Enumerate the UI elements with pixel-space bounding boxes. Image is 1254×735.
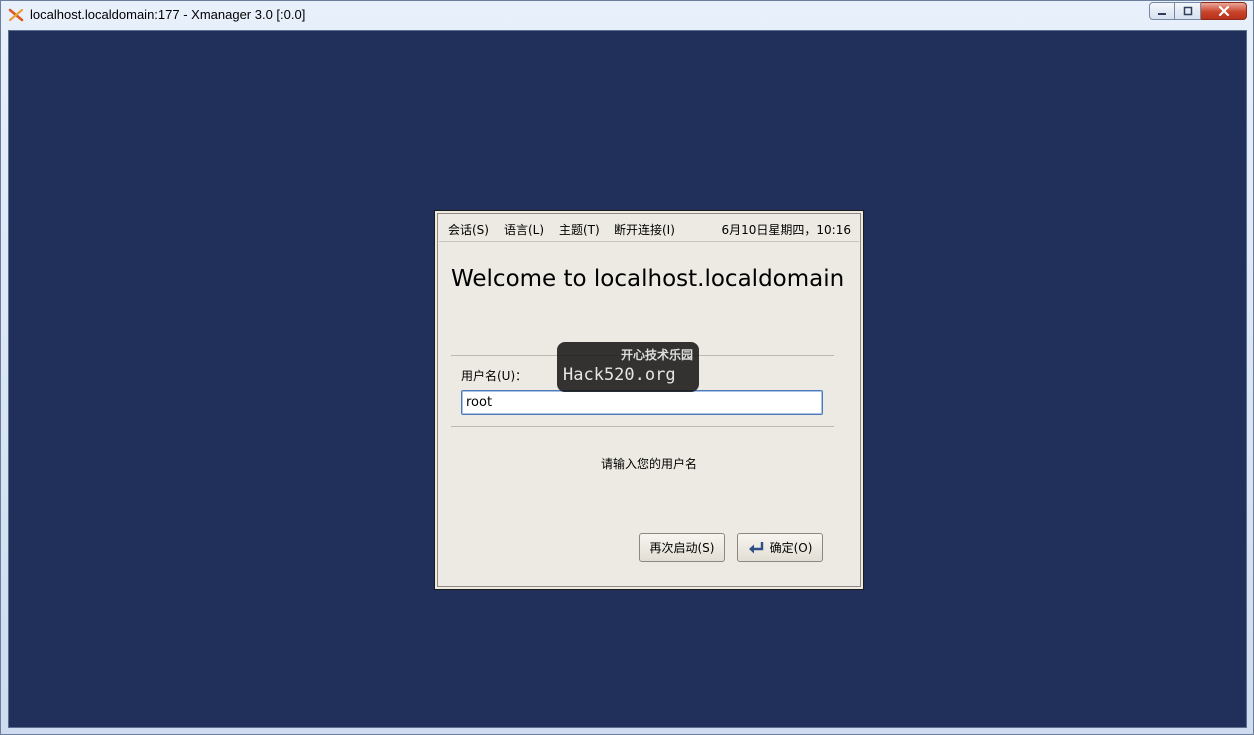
divider-bottom [451,426,834,427]
login-dialog: 会话(S) 语言(L) 主题(T) 断开连接(I) 6月10日星期四，10:16… [434,210,864,590]
xmanager-window: localhost.localdomain:177 - Xmanager 3.0… [0,0,1254,735]
xmanager-x-icon [8,7,24,23]
clock: 6月10日星期四，10:16 [721,223,852,237]
menu-session[interactable]: 会话(S) [448,221,489,238]
watermark-line1: 开心技术乐园 [620,348,693,362]
enter-arrow-icon [748,540,766,556]
window-title: localhost.localdomain:177 - Xmanager 3.0… [30,7,306,22]
watermark: 开心技术乐园 Hack520.org [557,342,699,392]
watermark-line2: Hack520.org [563,365,676,385]
ok-button-label: 确定(O) [769,541,813,555]
welcome-title: Welcome to localhost.localdomain [451,266,845,292]
window-titlebar[interactable]: localhost.localdomain:177 - Xmanager 3.0… [1,1,1253,29]
window-controls [1149,2,1247,20]
username-label: 用户名(U)： [461,369,528,383]
username-input[interactable] [461,390,823,415]
menu-language[interactable]: 语言(L) [504,221,544,238]
remote-desktop: 会话(S) 语言(L) 主题(T) 断开连接(I) 6月10日星期四，10:16… [8,30,1247,728]
maximize-icon[interactable] [1175,2,1201,20]
menu-disconnect[interactable]: 断开连接(I) [614,221,675,238]
menu-theme[interactable]: 主题(T) [559,221,600,238]
restart-button[interactable]: 再次启动(S) [639,533,725,562]
login-menubar: 会话(S) 语言(L) 主题(T) 断开连接(I) 6月10日星期四，10:16 [439,215,859,242]
ok-button[interactable]: 确定(O) [737,533,823,562]
close-icon[interactable] [1201,2,1247,20]
minimize-icon[interactable] [1149,2,1175,20]
username-prompt: 请输入您的用户名 [600,457,697,471]
